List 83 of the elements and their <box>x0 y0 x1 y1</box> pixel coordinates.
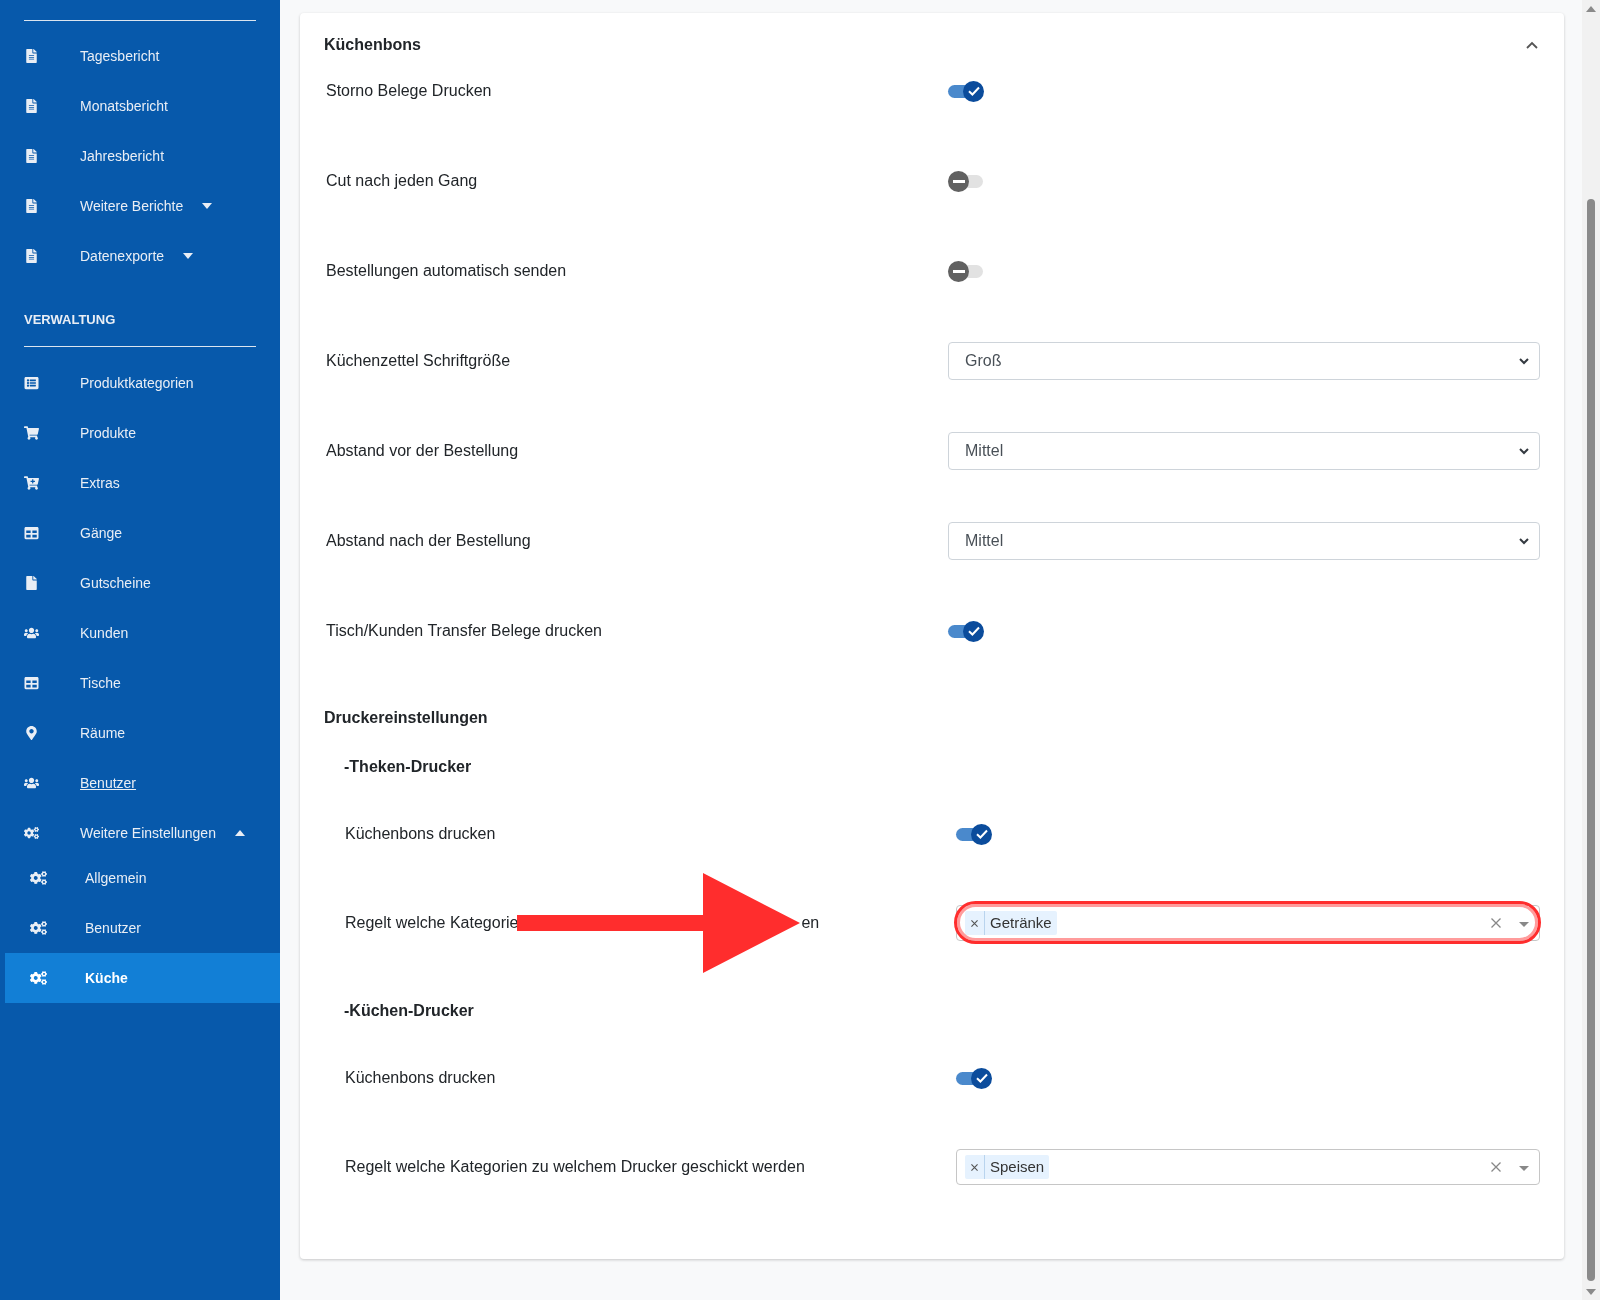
setting-label: Abstand nach der Bestellung <box>325 531 532 551</box>
check-icon <box>967 86 980 96</box>
sidebar-item[interactable]: Kunden <box>0 608 280 658</box>
sidebar-item[interactable]: Benutzer <box>5 903 280 953</box>
gears-icon <box>30 921 47 935</box>
cart-icon <box>24 426 39 440</box>
dropdown[interactable]: Mittel <box>948 432 1540 470</box>
close-icon <box>971 919 978 927</box>
setting-label: Küchenbons drucken <box>344 824 497 844</box>
toggle-switch[interactable] <box>948 260 984 282</box>
sidebar-item[interactable]: Gänge <box>0 508 280 558</box>
chevron-up-icon[interactable] <box>1526 41 1538 49</box>
printer-heading: -Küchen-Drucker <box>344 1001 475 1021</box>
scroll-up-arrow-icon[interactable] <box>1586 6 1596 12</box>
document-icon <box>24 49 39 63</box>
setting-label: Regelt welche Kategorien zu welchem Drucker geschickt werden <box>345 1157 805 1177</box>
sidebar-item[interactable]: Monatsbericht <box>0 81 280 131</box>
document-icon <box>24 149 39 163</box>
users-icon <box>24 626 39 640</box>
toggle-switch[interactable] <box>948 80 984 102</box>
document-icon <box>24 99 39 113</box>
setting-label: Regelt welche Kategorie <box>345 913 519 933</box>
scrollbar-thumb[interactable] <box>1587 199 1595 1281</box>
sidebar-item[interactable]: Extras <box>0 458 280 508</box>
sidebar-item[interactable]: Gutscheine <box>0 558 280 608</box>
setting-label: Storno Belege Drucken <box>325 81 493 101</box>
document-icon <box>24 199 39 213</box>
sidebar-item[interactable]: Küche <box>5 953 280 1003</box>
sidebar-item[interactable]: Benutzer <box>0 758 280 808</box>
setting-label: Tisch/Kunden Transfer Belege drucken <box>325 621 603 641</box>
chevron-down-icon <box>1519 357 1529 365</box>
caret-down-icon <box>1519 1166 1529 1171</box>
map-pin-icon <box>24 726 39 740</box>
tag-label: Speisen <box>989 1156 1046 1177</box>
setting-label: Küchenbons drucken <box>344 1068 497 1088</box>
panel-title: Küchenbons <box>324 35 421 55</box>
table-icon <box>24 676 39 690</box>
caret-down-icon <box>1519 922 1529 927</box>
section-heading: VERWALTUNG <box>23 311 117 329</box>
check-icon <box>975 1073 988 1083</box>
sidebar-item[interactable]: Weitere Berichte <box>0 181 280 231</box>
toggle-switch[interactable] <box>956 823 992 845</box>
sidebar-item[interactable]: Jahresbericht <box>0 131 280 181</box>
gears-icon <box>24 826 39 840</box>
sidebar-item[interactable]: Tische <box>0 658 280 708</box>
gears-icon <box>30 871 47 885</box>
setting-label: Bestellungen automatisch senden <box>325 261 568 281</box>
setting-label: en <box>801 913 820 933</box>
gears-icon <box>30 971 47 985</box>
printer-heading: -Theken-Drucker <box>344 757 473 777</box>
clear-icon[interactable] <box>1491 918 1501 928</box>
users-icon <box>24 776 39 790</box>
scrollbar[interactable] <box>1582 0 1600 1300</box>
minus-icon <box>952 269 965 273</box>
document-icon <box>24 249 39 263</box>
chevron-down-icon <box>1519 537 1529 545</box>
toggle-switch[interactable] <box>956 1067 992 1089</box>
dropdown[interactable]: Mittel <box>948 522 1540 560</box>
section-heading: Druckereinstellungen <box>324 708 489 728</box>
scroll-down-arrow-icon[interactable] <box>1586 1289 1596 1295</box>
tag-label: Getränke <box>989 912 1053 933</box>
sidebar-item[interactable]: Produkte <box>0 408 280 458</box>
chevron-down-icon <box>1519 447 1529 455</box>
multi-select-field[interactable]: Speisen <box>956 1149 1540 1185</box>
list-icon <box>24 376 39 390</box>
toggle-switch[interactable] <box>948 620 984 642</box>
setting-label: Cut nach jeden Gang <box>325 171 479 191</box>
setting-label: Küchenzettel Schriftgröße <box>325 351 512 371</box>
sidebar-item[interactable]: Tagesbericht <box>0 31 280 81</box>
file-icon <box>24 576 39 590</box>
sidebar-item[interactable]: Räume <box>0 708 280 758</box>
toggle-switch[interactable] <box>948 170 984 192</box>
check-icon <box>975 829 988 839</box>
clear-icon[interactable] <box>1491 1162 1501 1172</box>
dropdown[interactable]: Groß <box>948 342 1540 380</box>
minus-icon <box>952 179 965 183</box>
table-icon <box>24 526 39 540</box>
check-icon <box>967 626 980 636</box>
setting-label: Abstand vor der Bestellung <box>325 441 520 461</box>
cart-plus-icon <box>24 476 39 490</box>
sidebar-item[interactable]: Datenexporte <box>0 231 280 281</box>
sidebar-item[interactable]: Produktkategorien <box>0 358 280 408</box>
close-icon <box>971 1163 978 1171</box>
